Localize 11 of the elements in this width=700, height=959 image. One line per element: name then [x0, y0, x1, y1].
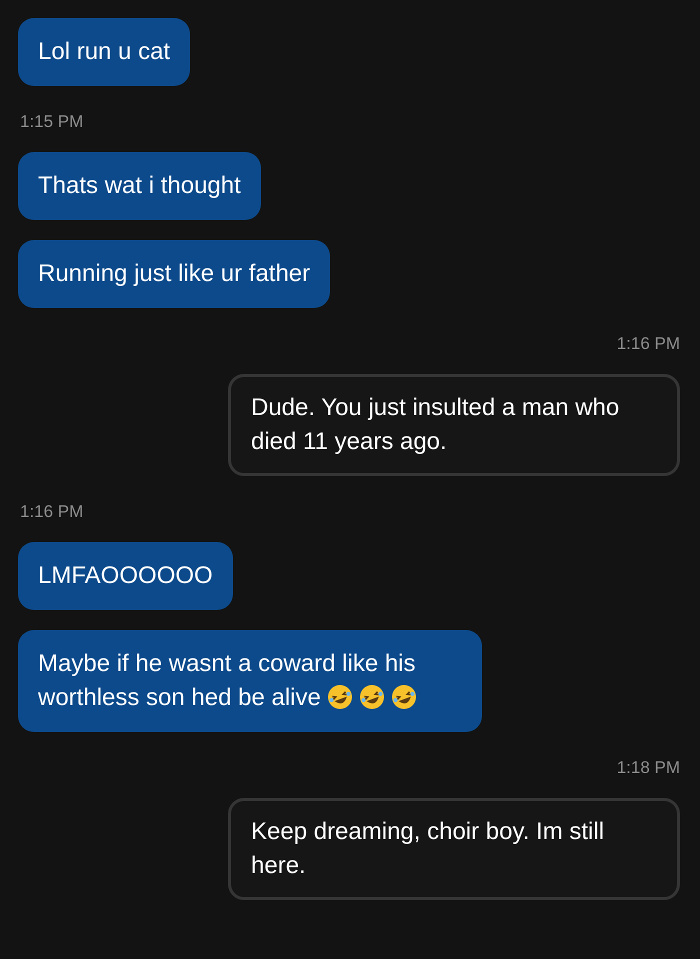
message-text: Lol run u cat	[38, 38, 170, 65]
message-text: Running just like ur father	[38, 260, 310, 287]
timestamp: 1:16 PM	[616, 334, 680, 354]
message-text: LMFAOOOOOO	[38, 562, 213, 589]
timestamp: 1:18 PM	[616, 758, 680, 778]
message-text: Keep dreaming, choir boy. Im still here.	[251, 818, 604, 879]
message-text: Dude. You just insulted a man who died 11 years ago.	[251, 394, 620, 455]
timestamp: 1:15 PM	[20, 112, 84, 132]
message-text: Maybe if he wasnt a coward like his worthless son hed be alive	[38, 650, 416, 711]
message-text: Thats wat i thought	[38, 172, 241, 199]
timestamp: 1:16 PM	[20, 502, 84, 522]
